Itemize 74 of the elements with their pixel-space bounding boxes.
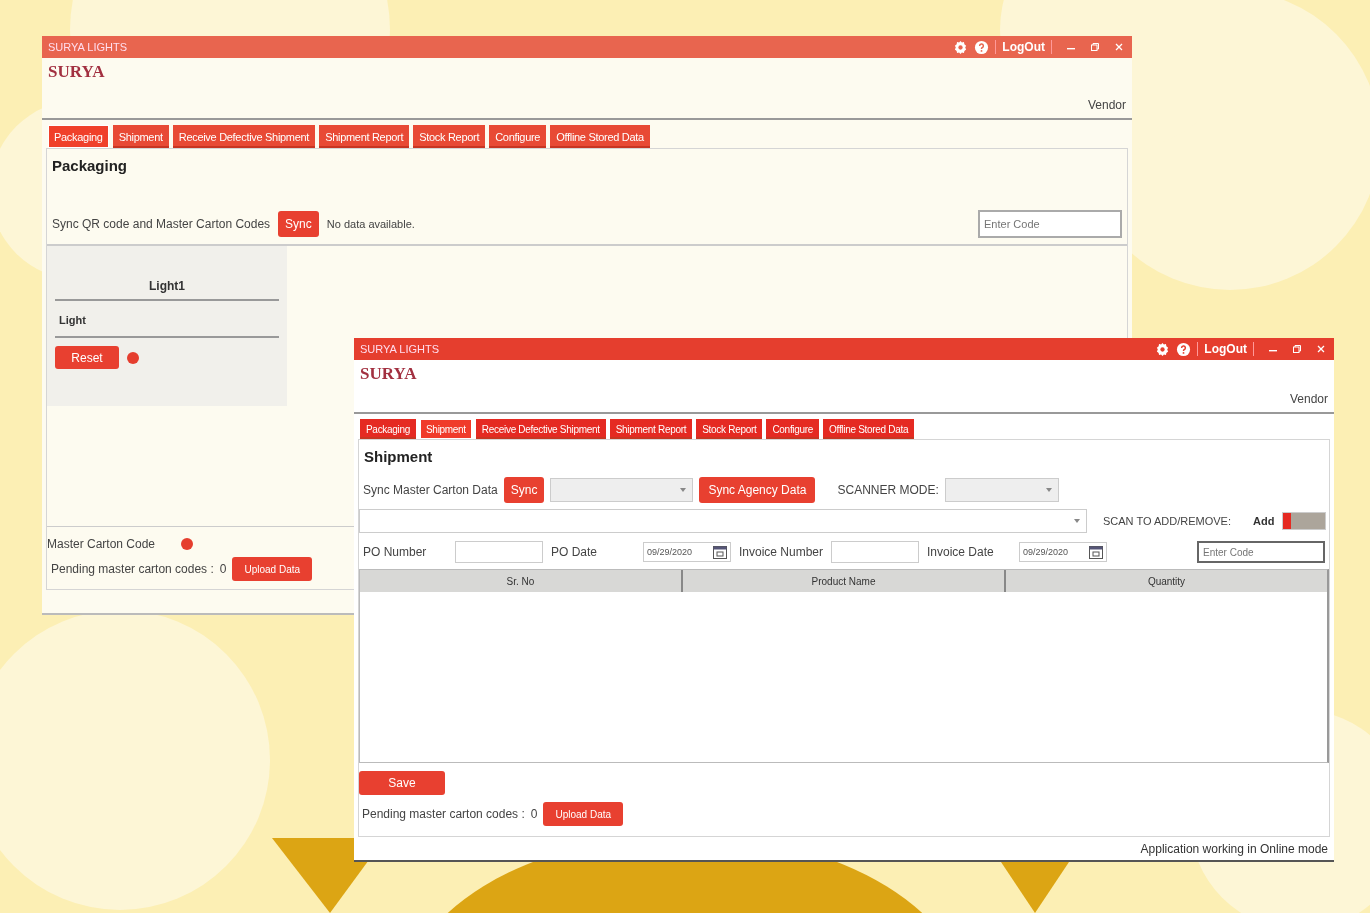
pending-count: 0 xyxy=(219,562,227,576)
user-role: Vendor xyxy=(1289,392,1328,406)
po-number-label: PO Number xyxy=(363,545,428,559)
status-dot-icon xyxy=(127,351,139,364)
column-header: Sr. No xyxy=(360,570,683,592)
logout-link[interactable]: LogOut xyxy=(1197,342,1254,356)
user-role: Vendor xyxy=(1087,98,1126,112)
pending-label: Pending master carton codes : xyxy=(362,807,525,821)
invoice-number-label: Invoice Number xyxy=(739,545,823,559)
column-header: Product Name xyxy=(683,570,1006,592)
calendar-icon[interactable] xyxy=(1089,545,1103,559)
tab[interactable]: Shipment Report xyxy=(319,125,410,148)
pending-count: 0 xyxy=(530,807,538,821)
settings-icon[interactable] xyxy=(1155,341,1171,357)
calendar-icon[interactable] xyxy=(713,545,727,559)
tab[interactable]: Stock Report xyxy=(413,125,486,148)
sync-status: No data available. xyxy=(326,218,415,230)
tab[interactable]: Offline Stored Data xyxy=(550,125,650,148)
invoice-date-label: Invoice Date xyxy=(927,545,995,559)
card-item: Light xyxy=(55,301,279,338)
sync-label: Sync QR code and Master Carton Codes xyxy=(52,217,271,231)
restore-icon[interactable] xyxy=(1090,42,1100,52)
logo: SURYA xyxy=(48,62,105,82)
column-header: Quantity xyxy=(1146,574,1187,589)
sync-label: Sync Master Carton Data xyxy=(363,483,498,497)
help-icon[interactable] xyxy=(974,39,990,55)
status-dot-icon xyxy=(181,538,194,550)
po-date-label: PO Date xyxy=(551,545,599,559)
logo: SURYA xyxy=(360,364,417,384)
tab[interactable]: Receive Defective Shipment xyxy=(475,419,606,439)
restore-icon[interactable] xyxy=(1292,344,1302,354)
sync-agency-button[interactable]: Sync Agency Data xyxy=(699,477,816,503)
code-field[interactable]: Enter Code xyxy=(1197,541,1325,563)
window-title: SURYA LIGHTS xyxy=(360,343,440,355)
invoice-date-field[interactable]: 09/29/2020 xyxy=(1019,542,1107,562)
tab[interactable]: Packaging xyxy=(48,125,109,148)
tab[interactable]: Receive Defective Shipment xyxy=(172,125,316,148)
tab[interactable]: Shipment xyxy=(112,125,169,148)
window-title: SURYA LIGHTS xyxy=(48,41,128,53)
scanner-mode-label: SCANNER MODE: xyxy=(837,483,939,497)
settings-icon[interactable] xyxy=(953,39,969,55)
logout-link[interactable]: LogOut xyxy=(995,40,1052,54)
po-number-field[interactable] xyxy=(455,541,543,563)
toggle-switch[interactable] xyxy=(1282,512,1327,530)
tab[interactable]: Stock Report xyxy=(696,419,763,439)
reset-button[interactable]: Reset xyxy=(55,346,119,369)
code-field[interactable]: Enter Code xyxy=(978,210,1122,238)
toggle-label: Add xyxy=(1252,515,1275,527)
caret-icon xyxy=(1045,488,1052,492)
card-title: Light1 xyxy=(55,246,279,301)
upload-button[interactable]: Upload Data xyxy=(543,802,624,826)
tab[interactable]: Packaging xyxy=(360,419,416,439)
invoice-number-field[interactable] xyxy=(831,541,919,563)
close-icon[interactable] xyxy=(1114,42,1124,52)
sync-button[interactable]: Sync xyxy=(278,211,319,237)
pending-label: Pending master carton codes : xyxy=(51,562,214,576)
tab[interactable]: Configure xyxy=(489,125,547,148)
po-date-field[interactable]: 09/29/2020 xyxy=(643,542,731,562)
sync-button[interactable]: Sync xyxy=(503,477,545,503)
caret-icon xyxy=(680,488,687,492)
tab[interactable]: Shipment Report xyxy=(609,419,693,439)
master-carton-label: Master Carton Code xyxy=(47,537,156,551)
upload-button[interactable]: Upload Data xyxy=(232,557,313,581)
tab[interactable]: Configure xyxy=(766,419,820,439)
tab[interactable]: Shipment xyxy=(420,419,472,439)
page-heading: Packaging xyxy=(51,156,129,174)
status-text: Application working in Online mode xyxy=(1140,842,1328,856)
save-button[interactable]: Save xyxy=(359,771,445,795)
tab[interactable]: Offline Stored Data xyxy=(823,419,915,439)
help-icon[interactable] xyxy=(1176,341,1192,357)
page-heading: Shipment xyxy=(363,447,434,465)
caret-icon xyxy=(1074,519,1080,523)
scan-label: SCAN TO ADD/REMOVE: xyxy=(1103,515,1231,527)
close-icon[interactable] xyxy=(1316,344,1326,354)
